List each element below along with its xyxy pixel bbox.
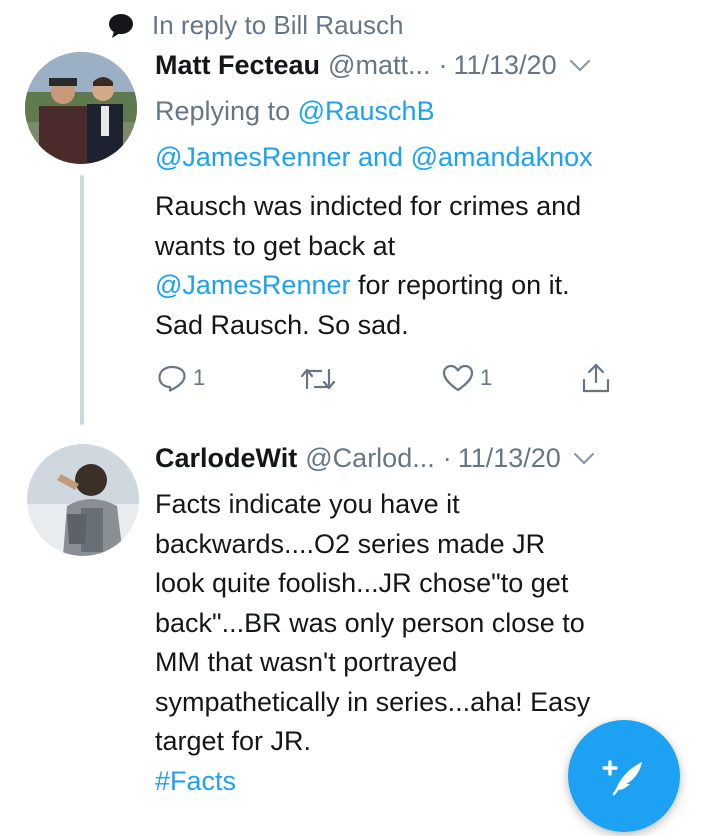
tweet-text-line: for reporting on it. [350,270,570,300]
replying-prefix: Replying to [155,96,291,126]
tweet-text-line: look quite foolish...JR chose"to get [155,568,569,598]
retweet-icon [300,368,336,390]
separator-dot: · [438,50,448,80]
reply-count: 1 [193,365,206,390]
like-button[interactable]: 1 [442,364,492,392]
compose-tweet-button[interactable] [568,720,680,832]
separator-dot: · [442,443,452,473]
tweet-header: CarlodeWit @Carlod... · 11/13/20 [155,443,595,474]
tweet-text-line: backwards....O2 series made JR [155,528,546,559]
chevron-down-icon[interactable] [569,59,591,73]
tweet-text-line: MM that wasn't portrayed [155,647,458,677]
mention-link[interactable]: @JamesRenner [155,270,351,300]
author-handle[interactable]: @Carlod... [305,443,434,474]
share-button[interactable] [581,362,611,394]
mention-link[interactable]: @RauschB [298,96,435,126]
reply-button[interactable]: 1 [157,364,205,392]
heart-icon [442,364,474,392]
reply-icon [158,365,186,392]
tweet-text-line: wants to get back at [155,230,396,261]
tweet-text-line: Sad Rausch. So sad. [155,309,409,340]
replying-and[interactable]: and [358,142,403,172]
retweet-button[interactable] [299,366,337,392]
author-handle[interactable]: @matt... [328,50,430,81]
avatar-photo [27,444,139,556]
tweet-text: Rausch was indicted for crimes and wants… [155,187,675,345]
thread-line [80,175,84,425]
avatar[interactable] [27,444,139,556]
chevron-down-icon[interactable] [573,452,595,466]
mention-link[interactable]: @JamesRenner [155,142,351,172]
compose-tweet-icon [602,760,642,796]
tweet-text-line: Facts indicate you have it [155,489,460,519]
tweet-date[interactable]: 11/13/20 [458,443,561,474]
mention-link[interactable]: @amandaknox [411,142,593,172]
tweet-header: Matt Fecteau @matt... · 11/13/20 [155,50,591,81]
replying-to: Replying to @RauschB @JamesRenner and @a… [155,88,695,180]
avatar-photo [25,52,137,164]
tweet-text-line: back"...BR was only person close to [155,607,585,638]
author-name[interactable]: Matt Fecteau [155,50,320,81]
reply-context[interactable]: In reply to Bill Rausch [108,10,403,41]
tweet-text-line: sympathetically in series...aha! Easy [155,686,591,717]
tweet-text-line: Rausch was indicted for crimes and [155,191,582,221]
share-icon [582,363,610,393]
like-count: 1 [480,365,493,390]
reply-context-label: In reply to Bill Rausch [152,10,404,40]
speech-bubble-icon [109,13,133,38]
avatar[interactable] [25,52,137,164]
author-name[interactable]: CarlodeWit [155,443,297,474]
tweet-date[interactable]: 11/13/20 [453,50,556,81]
